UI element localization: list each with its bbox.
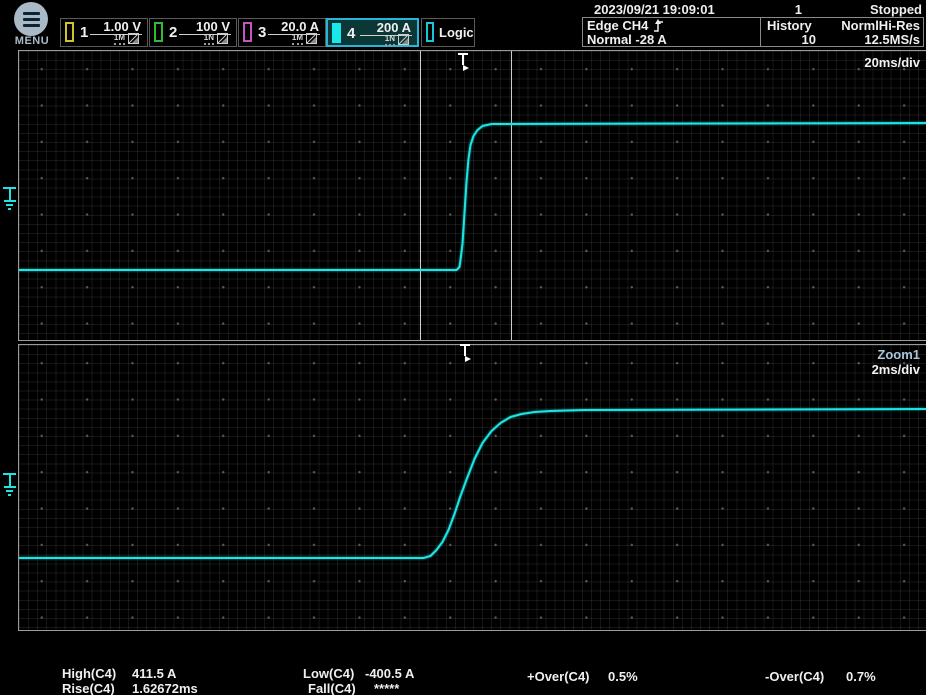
measure-rise-value: 1.62672ms (132, 681, 198, 695)
status-row: 2023/09/21 19:09:01 1 Stopped (582, 2, 924, 17)
main-waveform-plot (19, 51, 926, 340)
history-label: History (767, 18, 812, 33)
main-waveform-window: 20ms/div (18, 50, 926, 341)
measure-high-value: 411.5 A (132, 666, 176, 681)
probe-icon (398, 34, 409, 45)
probe-icon (128, 33, 139, 44)
menu-button[interactable]: MENU (8, 2, 56, 46)
channel-2-color-tab (154, 22, 163, 42)
logic-button[interactable]: Logic (421, 18, 475, 47)
oscilloscope-screen: MENU 1 1.00 V 1M 2 100 V 1N 3 (0, 0, 926, 695)
impedance-icon: 1M (114, 33, 125, 45)
channel-4-number: 4 (347, 25, 355, 42)
impedance-icon: 1N (385, 34, 395, 46)
zoom-waveform-window: Zoom1 2ms/div (18, 344, 926, 631)
ch4-trace-zoom (19, 409, 926, 558)
trigger-acquisition-info: Edge CH4 Normal -28 A History NormlHi-Re… (582, 17, 924, 47)
zoom-trigger-position-marker[interactable] (458, 343, 472, 365)
zoom-timebase-label: 2ms/div (872, 362, 920, 377)
measure-nover-value: 0.7% (846, 669, 876, 684)
ch4-ground-marker-zoom[interactable] (1, 470, 18, 500)
channel-4-button[interactable]: 4 200 A 1N (326, 18, 419, 47)
channel-1-color-tab (65, 22, 74, 42)
zoom-waveform-plot (19, 345, 926, 630)
channel-3-input-icons: 1M (292, 33, 317, 45)
menu-label: MENU (8, 35, 56, 47)
channel-3-number: 3 (258, 24, 266, 41)
channel-1-button[interactable]: 1 1.00 V 1M (60, 18, 148, 47)
measure-nover-label: -Over(C4) (765, 669, 824, 684)
channel-3-color-tab (243, 22, 252, 42)
channel-1-input-icons: 1M (114, 33, 139, 45)
measure-low-value: -400.5 A (365, 666, 414, 681)
datetime: 2023/09/21 19:09:01 (594, 2, 715, 17)
sample-rate: 12.5MS/s (864, 32, 920, 47)
measure-pover-label: +Over(C4) (527, 669, 590, 684)
measure-pover-value: 0.5% (608, 669, 638, 684)
measure-high-label: High(C4) (62, 666, 116, 681)
history-count: 10 (788, 32, 816, 47)
main-timebase-label: 20ms/div (864, 55, 920, 70)
zoom-window-title: Zoom1 (877, 347, 920, 362)
channel-2-input-icons: 1N (204, 33, 228, 45)
channel-4-input-icons: 1N (385, 34, 409, 46)
acquisition-count: 1 (752, 2, 802, 17)
trigger-settings[interactable]: Edge CH4 Normal -28 A (583, 18, 761, 46)
logic-color-tab (426, 22, 434, 42)
measure-fall-label: Fall(C4) (308, 681, 356, 695)
channel-1-number: 1 (80, 24, 88, 41)
logic-label: Logic (439, 25, 474, 40)
measure-rise-label: Rise(C4) (62, 681, 115, 695)
measurement-readouts: High(C4) 411.5 A Rise(C4) 1.62672ms Low(… (0, 631, 926, 695)
channel-2-number: 2 (169, 24, 177, 41)
ch4-trace-main (19, 123, 926, 270)
measure-low-label: Low(C4) (303, 666, 354, 681)
impedance-icon: 1M (292, 33, 303, 45)
measure-fall-value: ***** (374, 681, 399, 695)
rising-edge-icon (653, 19, 664, 32)
channel-4-color-tab (332, 23, 341, 43)
hamburger-icon (14, 2, 48, 36)
trigger-mode-source: Edge CH4 (587, 18, 648, 33)
probe-icon (306, 33, 317, 44)
ch4-ground-marker-main[interactable] (1, 184, 18, 214)
channel-2-button[interactable]: 2 100 V 1N (149, 18, 237, 47)
trigger-position-marker[interactable] (456, 52, 470, 74)
record-mode: NormlHi-Res (841, 18, 920, 33)
trigger-condition: Normal -28 A (587, 32, 667, 47)
acquisition-settings[interactable]: History NormlHi-Res 10 12.5MS/s (762, 18, 923, 46)
probe-icon (217, 33, 228, 44)
channel-3-button[interactable]: 3 20.0 A 1M (238, 18, 326, 47)
impedance-icon: 1N (204, 33, 214, 45)
run-state: Stopped (870, 2, 922, 17)
